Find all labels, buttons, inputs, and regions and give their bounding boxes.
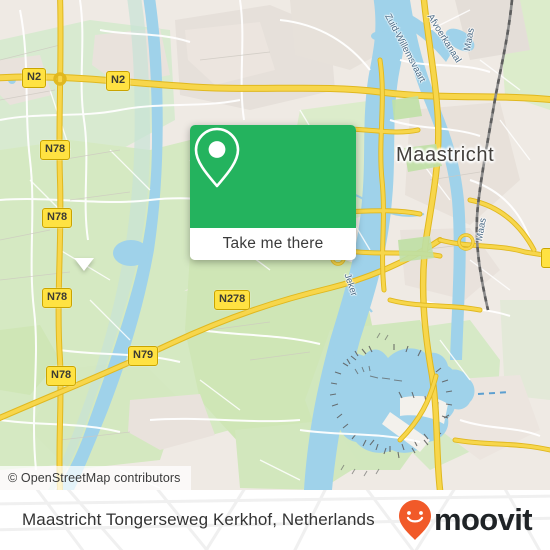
map-pin-icon <box>194 127 240 188</box>
road-shield-n278[interactable]: N278 <box>214 290 251 310</box>
moovit-pin-icon <box>398 500 431 540</box>
popup-action[interactable]: Take me there <box>190 228 356 260</box>
popup-header <box>190 125 356 228</box>
road-shield-n2-east[interactable]: N2 <box>106 71 131 91</box>
moovit-logo[interactable]: moovit <box>398 490 533 550</box>
road-shield-n79[interactable]: N79 <box>128 346 159 366</box>
map-canvas[interactable]: Maastricht Maas Maas Zuid-Willemsvaart A… <box>0 0 550 490</box>
popup-action-label: Take me there <box>222 235 324 252</box>
road-shield-n78-d[interactable]: N78 <box>46 366 77 386</box>
osm-attribution-text: © OpenStreetMap contributors <box>8 471 181 485</box>
location-popup[interactable]: Take me there <box>190 125 356 260</box>
map-screenshot: Maastricht Maas Maas Zuid-Willemsvaart A… <box>0 0 550 550</box>
road-shield-n2-west[interactable]: N2 <box>22 68 47 88</box>
place-title: Maastricht Tongerseweg Kerkhof, Netherla… <box>22 510 375 529</box>
road-shield-n78-c[interactable]: N78 <box>42 288 73 308</box>
osm-attribution[interactable]: © OpenStreetMap contributors <box>0 466 191 490</box>
popup-pointer <box>74 258 94 271</box>
moovit-wordmark: moovit <box>433 502 533 537</box>
road-shield-edge-right[interactable] <box>541 248 550 268</box>
road-shield-n78-b[interactable]: N78 <box>42 208 73 228</box>
footer-bar: Maastricht Tongerseweg Kerkhof, Netherla… <box>0 490 550 550</box>
road-shield-n78-a[interactable]: N78 <box>40 140 71 160</box>
